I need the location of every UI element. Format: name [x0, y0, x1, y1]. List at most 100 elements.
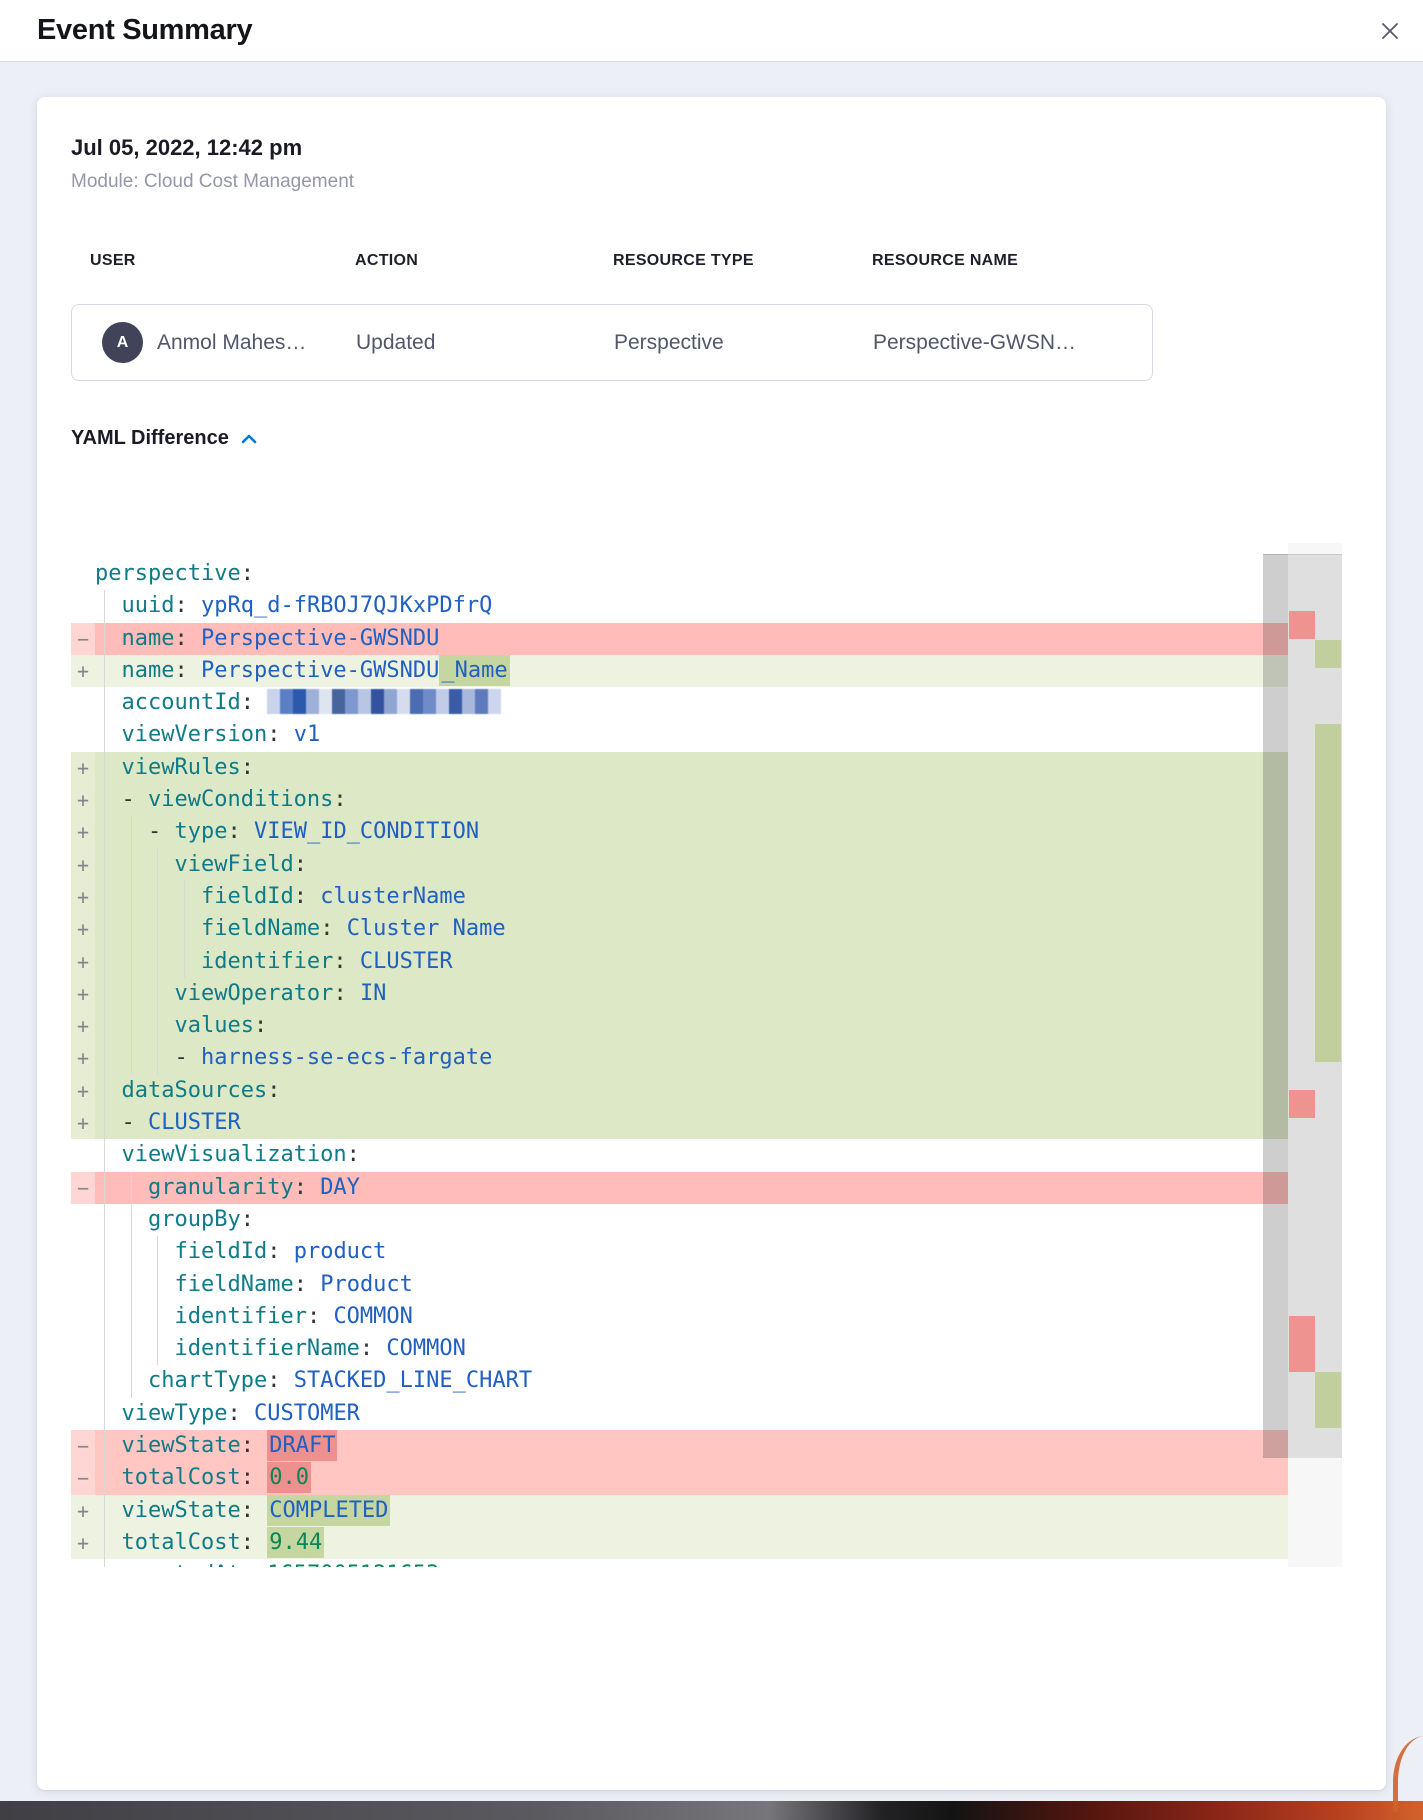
yaml-diff-editor: perspective: uuid: ypRq_d-fRBOJ7QJKxPDfr… [71, 543, 1342, 1567]
ruler-marker-added [1315, 640, 1341, 668]
action-cell: Updated [356, 331, 614, 355]
yaml-line: + - viewConditions: [71, 784, 1288, 816]
background-wallpaper-glow [1393, 1736, 1423, 1812]
added-line-sign: + [71, 1527, 95, 1559]
yaml-line: + viewRules: [71, 752, 1288, 784]
indent-guide [157, 1042, 158, 1074]
user-name: Anmol Mahes… [157, 331, 306, 355]
user-cell: A Anmol Mahes… [91, 322, 356, 363]
indent-guide [104, 1301, 105, 1333]
indent-guide [131, 1365, 132, 1397]
ruler-marker-added [1315, 1372, 1341, 1428]
yaml-line-text: viewRules: [95, 755, 254, 780]
resource-name-cell: Perspective-GWSN… [873, 331, 1152, 355]
yaml-line: − granularity: DAY [71, 1172, 1288, 1204]
audit-table-header: USER ACTION RESOURCE TYPE RESOURCE NAME [71, 252, 1153, 270]
yaml-line: viewVersion: v1 [71, 719, 1288, 751]
line-gutter [71, 1398, 95, 1430]
yaml-line-text: viewVisualization: [95, 1142, 360, 1167]
indent-guide [104, 1527, 105, 1559]
close-icon[interactable] [1375, 16, 1405, 46]
indent-guide [157, 913, 158, 945]
yaml-line-text: fieldId: product [95, 1239, 386, 1264]
yaml-line-text: identifier: COMMON [95, 1304, 413, 1329]
line-gutter [71, 1204, 95, 1236]
line-gutter [71, 687, 95, 719]
indent-guide [104, 719, 105, 751]
yaml-line: fieldId: product [71, 1236, 1288, 1268]
yaml-diff-code: perspective: uuid: ypRq_d-fRBOJ7QJKxPDfr… [71, 558, 1288, 1567]
indent-guide [104, 849, 105, 881]
indent-guide [157, 1269, 158, 1301]
yaml-line-text: fieldName: Product [95, 1272, 413, 1297]
removed-line-sign: − [71, 1430, 95, 1462]
indent-guide [131, 978, 132, 1010]
indent-guide [131, 1010, 132, 1042]
yaml-line-text: viewState: DRAFT [95, 1430, 337, 1461]
added-line-sign: + [71, 913, 95, 945]
line-gutter [71, 1333, 95, 1365]
column-header-resource-type: RESOURCE TYPE [613, 252, 872, 270]
yaml-line-text: viewType: CUSTOMER [95, 1401, 360, 1426]
yaml-line: + viewState: COMPLETED [71, 1495, 1288, 1527]
indent-guide [104, 1042, 105, 1074]
diff-overview-ruler [1288, 543, 1342, 1567]
line-gutter [71, 719, 95, 751]
indent-guide [157, 1301, 158, 1333]
indent-guide [104, 1107, 105, 1139]
scrollbar-thumb[interactable] [1263, 554, 1288, 1458]
indent-guide [104, 1204, 105, 1236]
indent-guide [104, 784, 105, 816]
yaml-line-text: name: Perspective-GWSNDU [95, 626, 439, 651]
yaml-line-text: viewField: [95, 852, 307, 877]
indent-guide [131, 946, 132, 978]
yaml-line-text: viewOperator: IN [95, 981, 386, 1006]
line-gutter [71, 1559, 95, 1567]
background-taskbar [0, 1801, 1423, 1820]
indent-guide [157, 1010, 158, 1042]
indent-guide [157, 946, 158, 978]
indent-guide [131, 1204, 132, 1236]
yaml-line-text: - harness-se-ecs-fargate [95, 1045, 492, 1070]
yaml-line-text: createdAt: 1657005121653 [95, 1562, 439, 1567]
yaml-difference-toggle[interactable]: YAML Difference [71, 427, 257, 450]
indent-guide [157, 849, 158, 881]
ruler-marker-removed [1289, 1316, 1315, 1372]
yaml-line-text: identifier: CLUSTER [95, 949, 453, 974]
column-header-resource-name: RESOURCE NAME [872, 252, 1153, 270]
indent-guide [104, 655, 105, 687]
indent-guide [104, 590, 105, 622]
chevron-up-icon [241, 434, 257, 444]
added-line-sign: + [71, 752, 95, 784]
resource-type-cell: Perspective [614, 331, 873, 355]
event-module-label: Module: Cloud Cost Management [71, 171, 354, 193]
indent-guide [104, 1010, 105, 1042]
yaml-line: − name: Perspective-GWSNDU [71, 623, 1288, 655]
yaml-line-text: uuid: ypRq_d-fRBOJ7QJKxPDfrQ [95, 593, 492, 618]
event-timestamp: Jul 05, 2022, 12:42 pm [71, 135, 302, 161]
indent-guide [104, 623, 105, 655]
indent-guide [104, 1495, 105, 1527]
added-line-sign: + [71, 1042, 95, 1074]
indent-guide [104, 946, 105, 978]
indent-guide [184, 881, 185, 913]
redacted-account-id [267, 689, 501, 714]
indent-guide [131, 1042, 132, 1074]
event-summary-card: Jul 05, 2022, 12:42 pm Module: Cloud Cos… [37, 97, 1386, 1790]
ruler-marker-added [1315, 724, 1341, 1062]
added-line-sign: + [71, 1075, 95, 1107]
yaml-line: groupBy: [71, 1204, 1288, 1236]
yaml-line: + - harness-se-ecs-fargate [71, 1042, 1288, 1074]
audit-table-row: A Anmol Mahes… Updated Perspective Persp… [71, 304, 1153, 381]
yaml-line: identifier: COMMON [71, 1301, 1288, 1333]
yaml-line: viewVisualization: [71, 1139, 1288, 1171]
indent-guide [104, 816, 105, 848]
yaml-line-text: identifierName: COMMON [95, 1336, 466, 1361]
indent-guide [104, 752, 105, 784]
yaml-line-text: - type: VIEW_ID_CONDITION [95, 819, 479, 844]
indent-guide [131, 1301, 132, 1333]
indent-guide [104, 1430, 105, 1462]
yaml-line: + totalCost: 9.44 [71, 1527, 1288, 1559]
added-line-sign: + [71, 1107, 95, 1139]
indent-guide [104, 913, 105, 945]
